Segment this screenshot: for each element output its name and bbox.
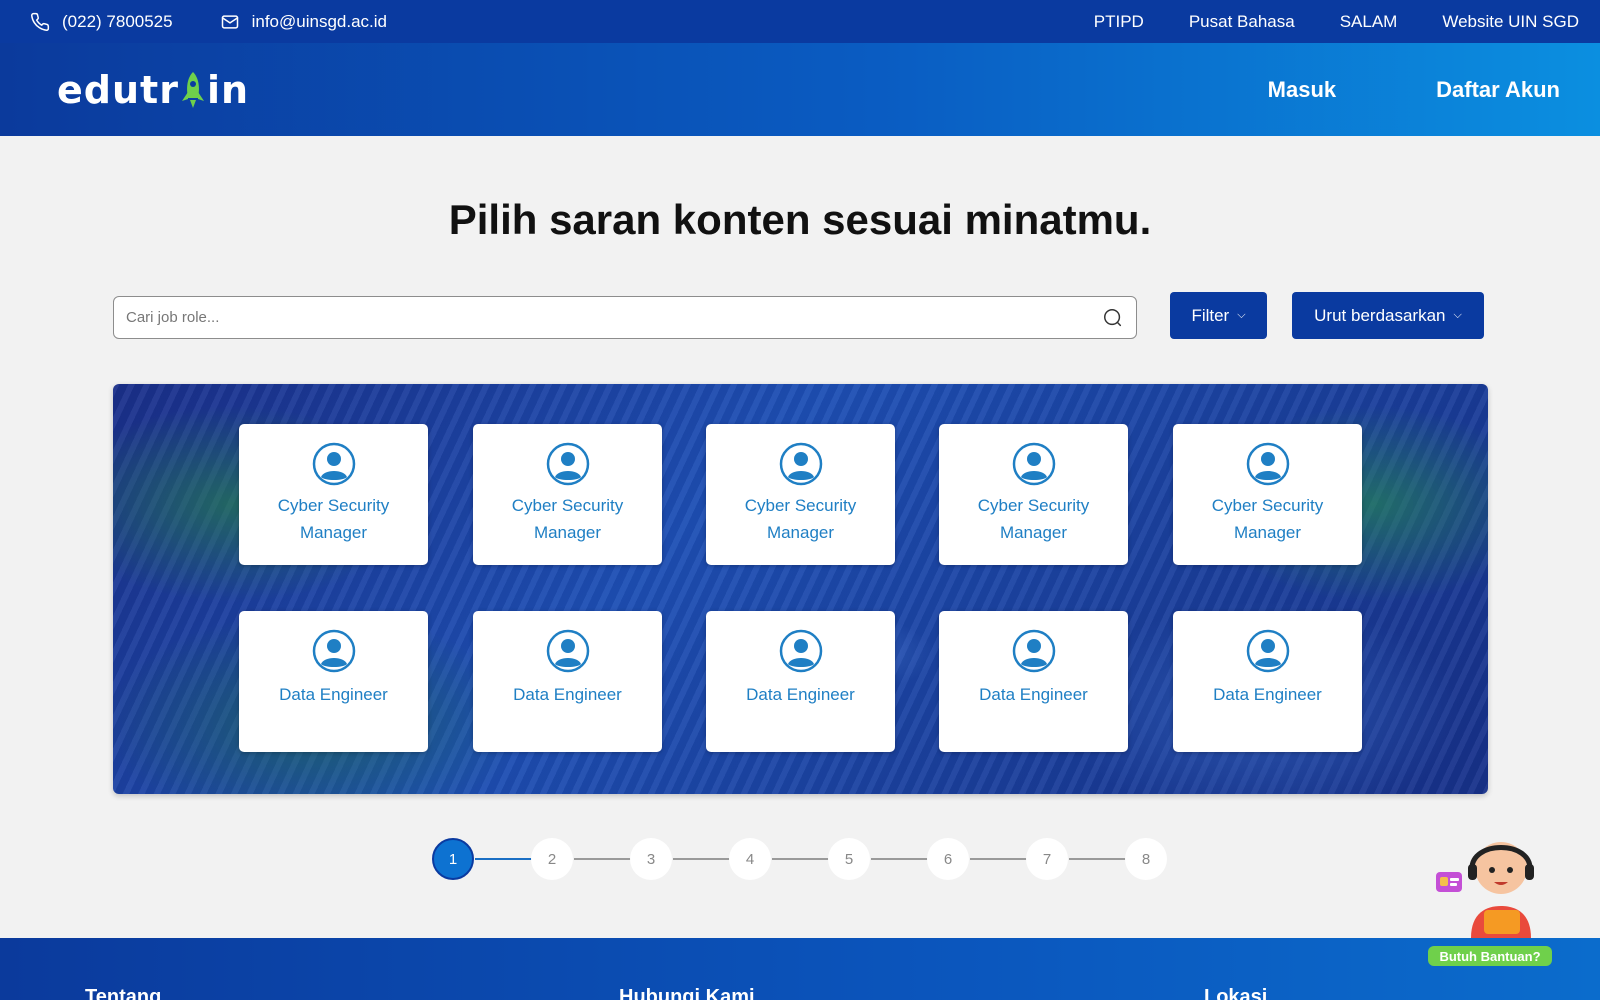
phone-contact[interactable]: (022) 7800525 — [30, 12, 173, 32]
job-role-card[interactable]: Data Engineer — [239, 611, 428, 752]
page-3[interactable]: 3 — [630, 838, 672, 880]
user-circle-icon — [1012, 442, 1055, 486]
search-input[interactable] — [126, 309, 1102, 326]
edutrain-logo[interactable]: edutr in — [57, 68, 249, 112]
help-widget[interactable]: Butuh Bantuan? — [1426, 828, 1556, 968]
footer-contact-heading: Hubungi Kami — [619, 986, 755, 1000]
job-role-label: Cyber Security Manager — [977, 496, 1090, 542]
job-role-label: Cyber Security Manager — [744, 496, 857, 542]
job-role-panel: Cyber Security Manager Cyber Security Ma… — [113, 384, 1488, 794]
phone-number: (022) 7800525 — [62, 11, 173, 31]
phone-icon — [31, 12, 50, 31]
page-8[interactable]: 8 — [1125, 838, 1167, 880]
page-5[interactable]: 5 — [828, 838, 870, 880]
user-circle-icon — [312, 442, 355, 486]
page-1[interactable]: 1 — [432, 838, 474, 880]
user-circle-icon — [546, 629, 589, 673]
register-link[interactable]: Daftar Akun — [1436, 77, 1560, 103]
page-4[interactable]: 4 — [729, 838, 771, 880]
job-role-card[interactable]: Data Engineer — [1173, 611, 1362, 752]
job-role-card[interactable]: Cyber Security Manager — [1173, 424, 1362, 565]
filter-label: Filter — [1191, 305, 1230, 325]
user-circle-icon — [779, 442, 822, 486]
footer-about-heading: Tentang — [85, 986, 162, 1000]
page-6[interactable]: 6 — [927, 838, 969, 880]
job-role-card[interactable]: Cyber Security Manager — [473, 424, 662, 565]
main-header: edutr in Masuk Daftar Akun — [0, 43, 1600, 136]
job-role-label: Data Engineer — [279, 685, 388, 704]
job-role-card[interactable]: Cyber Security Manager — [239, 424, 428, 565]
footer: Tentang Hubungi Kami Lokasi — [0, 938, 1600, 1000]
contact-info: (022) 7800525 info@uinsgd.ac.id — [30, 12, 434, 32]
search-box — [113, 296, 1137, 339]
logo-text-left: edutr — [57, 67, 179, 112]
search-icon[interactable] — [1102, 307, 1124, 329]
top-link-pusat-bahasa[interactable]: Pusat Bahasa — [1189, 12, 1295, 32]
rocket-icon — [181, 71, 204, 108]
support-agent-icon — [1436, 842, 1534, 938]
top-bar: (022) 7800525 info@uinsgd.ac.id PTIPD Pu… — [0, 0, 1600, 43]
user-circle-icon — [1246, 442, 1289, 486]
pagination-connector — [772, 858, 830, 860]
job-role-label: Data Engineer — [1213, 685, 1322, 704]
job-role-label: Data Engineer — [746, 685, 855, 704]
job-role-label: Cyber Security Manager — [277, 496, 390, 542]
sort-label: Urut berdasarkan — [1314, 305, 1446, 325]
chevron-down-icon: ⌵ — [1237, 309, 1246, 321]
help-label: Butuh Bantuan? — [1428, 946, 1552, 966]
footer-location-heading: Lokasi — [1204, 986, 1268, 1000]
chevron-down-icon: ⌵ — [1453, 309, 1462, 321]
job-role-card[interactable]: Data Engineer — [939, 611, 1128, 752]
page-title: Pilih saran konten sesuai minatmu. — [448, 196, 1152, 243]
mail-icon — [221, 14, 238, 29]
job-role-card[interactable]: Data Engineer — [706, 611, 895, 752]
login-link[interactable]: Masuk — [1268, 77, 1336, 103]
job-role-card[interactable]: Cyber Security Manager — [706, 424, 895, 565]
top-link-ptipd[interactable]: PTIPD — [1094, 12, 1144, 32]
top-link-salam[interactable]: SALAM — [1340, 12, 1398, 32]
job-role-card[interactable]: Data Engineer — [473, 611, 662, 752]
email-address: info@uinsgd.ac.id — [251, 11, 387, 31]
user-circle-icon — [546, 442, 589, 486]
job-role-label: Cyber Security Manager — [1211, 496, 1324, 542]
job-role-label: Cyber Security Manager — [511, 496, 624, 542]
pagination-connector — [574, 858, 632, 860]
pagination-connector — [871, 858, 929, 860]
page-7[interactable]: 7 — [1026, 838, 1068, 880]
job-role-label: Data Engineer — [513, 685, 622, 704]
pagination-connector — [475, 858, 533, 860]
job-role-label: Data Engineer — [979, 685, 1088, 704]
user-circle-icon — [1012, 629, 1055, 673]
pagination-connector — [673, 858, 731, 860]
pagination-connector — [970, 858, 1028, 860]
top-links: PTIPD Pusat Bahasa SALAM Website UIN SGD — [1049, 12, 1579, 32]
logo-text-right: in — [206, 67, 250, 112]
job-role-card[interactable]: Cyber Security Manager — [939, 424, 1128, 565]
filter-button[interactable]: Filter ⌵ — [1170, 292, 1267, 339]
user-circle-icon — [312, 629, 355, 673]
email-contact[interactable]: info@uinsgd.ac.id — [220, 12, 387, 32]
sort-button[interactable]: Urut berdasarkan ⌵ — [1292, 292, 1484, 339]
top-link-website-uin[interactable]: Website UIN SGD — [1442, 12, 1579, 32]
header-nav: Masuk Daftar Akun — [1168, 77, 1560, 103]
page-2[interactable]: 2 — [531, 838, 573, 880]
user-circle-icon — [1246, 629, 1289, 673]
pagination-connector — [1069, 858, 1127, 860]
user-circle-icon — [779, 629, 822, 673]
